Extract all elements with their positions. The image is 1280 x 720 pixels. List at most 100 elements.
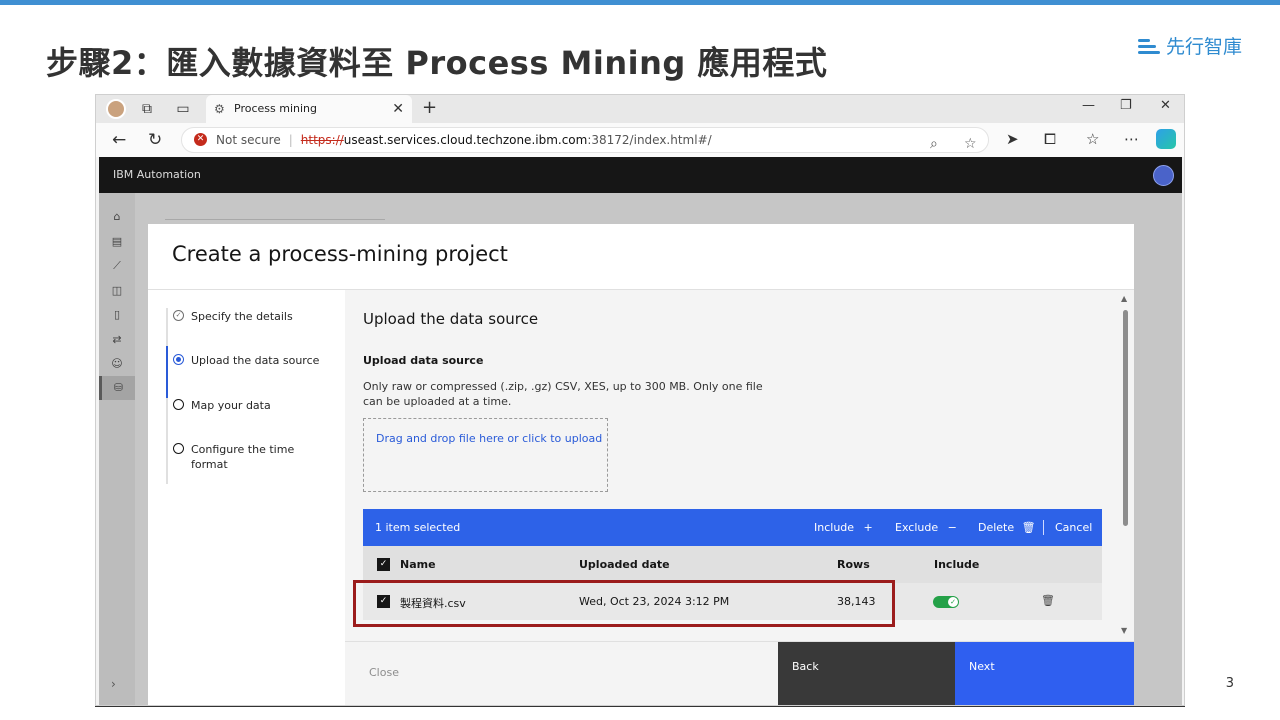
upload-panel: Upload the data source Upload data sourc… xyxy=(345,289,1134,641)
user-avatar[interactable] xyxy=(1153,165,1174,186)
section-title: Upload the data source xyxy=(363,310,539,328)
step-label: Map your data xyxy=(191,399,271,412)
scroll-up-icon[interactable]: ▲ xyxy=(1121,294,1127,303)
ibm-header: IBM Automation xyxy=(99,157,1182,193)
step-label: Upload the data source xyxy=(191,354,320,367)
zoom-icon[interactable]: ⌕ xyxy=(930,132,938,156)
ibm-app: IBM Automation ⌂ ▤ ⟋ ◫ ▯ ⇄ ☺ ⛁ › Create … xyxy=(99,157,1182,705)
copilot-icon[interactable] xyxy=(1156,129,1176,149)
address-bar[interactable]: ✕ Not secure | https://useast.services.clo… xyxy=(181,127,989,153)
nav-projects-icon[interactable]: ▤ xyxy=(99,230,135,254)
back-button[interactable]: Back xyxy=(778,642,955,705)
nav-analytics-icon[interactable]: ⟋ xyxy=(99,254,135,278)
tab-title: Process mining xyxy=(234,102,317,115)
batch-action-bar: 1 item selected Include + Exclude − Dele… xyxy=(363,509,1102,546)
url-host: useast.services.cloud.techzone.ibm.com xyxy=(343,133,588,147)
selected-count: 1 item selected xyxy=(375,521,461,534)
trash-icon: 🗑 xyxy=(1021,521,1036,534)
new-tab-icon[interactable]: + xyxy=(422,97,437,118)
favorites-icon[interactable]: ☆ xyxy=(1086,130,1099,148)
step-label: Specify the details xyxy=(191,310,293,323)
security-label[interactable]: Not secure xyxy=(216,133,281,147)
modal-footer: Close Back Next xyxy=(345,641,1134,705)
nav-compare-icon[interactable]: ◫ xyxy=(99,279,135,303)
nav-process-mining-icon[interactable]: ⛁ xyxy=(99,376,135,400)
browser-tab-bar: ⧉ ▭ ⚙ Process mining ✕ + — ❐ ✕ xyxy=(96,95,1184,123)
progress-steps: ✓ Specify the details Upload the data so… xyxy=(148,289,345,705)
not-secure-icon: ✕ xyxy=(194,133,207,146)
step-upload-data-source[interactable]: Upload the data source xyxy=(173,353,319,368)
nav-home-icon[interactable]: ⌂ xyxy=(99,205,135,229)
file-dropzone[interactable]: Drag and drop file here or click to uplo… xyxy=(363,418,608,492)
highlight-annotation xyxy=(353,580,895,627)
brand-logo: 先行智庫 xyxy=(1137,32,1242,59)
slide-title: 步驟2：匯入數據資料至 Process Mining 應用程式 xyxy=(46,44,828,82)
step-complete-icon: ✓ xyxy=(173,310,184,321)
select-all-checkbox[interactable]: ✓ xyxy=(377,558,390,571)
bottom-rule xyxy=(95,706,1185,707)
nav-expand-icon[interactable]: › xyxy=(111,677,116,691)
include-button[interactable]: Include + xyxy=(814,521,873,534)
process-mining-favicon-icon: ⚙ xyxy=(214,102,225,116)
nav-flow-icon[interactable]: ⇄ xyxy=(99,328,135,352)
tab-process-mining[interactable]: ⚙ Process mining ✕ xyxy=(206,95,412,123)
profile-avatar[interactable] xyxy=(106,99,126,119)
upload-label: Upload data source xyxy=(363,354,484,367)
modal-header: Create a process-mining project xyxy=(148,224,1134,289)
workspaces-icon[interactable]: ⧉ xyxy=(138,100,156,118)
back-arrow-icon[interactable]: ← xyxy=(112,130,126,150)
create-project-modal: Create a process-mining project ✓ Specif… xyxy=(148,224,1134,705)
nav-users-icon[interactable]: ☺ xyxy=(99,352,135,376)
step-specify-details[interactable]: ✓ Specify the details xyxy=(173,309,293,324)
tab-actions-icon[interactable]: ▭ xyxy=(174,100,192,118)
column-header-uploaded-date[interactable]: Uploaded date xyxy=(579,558,670,571)
scrollbar[interactable]: ▲ ▼ xyxy=(1120,294,1130,638)
step-current-icon xyxy=(173,354,184,365)
left-nav: ⌂ ▤ ⟋ ◫ ▯ ⇄ ☺ ⛁ › xyxy=(99,193,135,705)
url-scheme: https:// xyxy=(300,133,344,147)
more-menu-icon[interactable]: ⋯ xyxy=(1124,130,1139,148)
scroll-down-icon[interactable]: ▼ xyxy=(1121,626,1127,635)
column-header-include[interactable]: Include xyxy=(934,558,979,571)
slide-top-accent xyxy=(0,0,1280,5)
refresh-icon[interactable]: ↻ xyxy=(148,130,162,150)
close-window-icon[interactable]: ✕ xyxy=(1160,98,1171,113)
step-rail-active xyxy=(166,346,168,398)
column-header-rows[interactable]: Rows xyxy=(837,558,870,571)
delete-button[interactable]: Delete 🗑 xyxy=(978,521,1036,534)
scroll-thumb[interactable] xyxy=(1123,310,1128,526)
delete-row-trash-icon[interactable]: 🗑 xyxy=(1041,594,1055,607)
step-incomplete-icon xyxy=(173,443,184,454)
dropzone-text[interactable]: Drag and drop file here or click to uplo… xyxy=(376,432,602,445)
step-configure-time-format[interactable]: Configure the time format xyxy=(173,442,303,472)
modal-title: Create a process-mining project xyxy=(172,242,508,266)
minimize-icon[interactable]: — xyxy=(1082,98,1095,113)
address-toolbar: ← ↻ ✕ Not secure | https://useast.services… xyxy=(96,123,1184,157)
url-path: :38172/index.html#/ xyxy=(587,133,712,147)
brand-mark-icon xyxy=(1137,37,1160,55)
favorite-star-icon[interactable]: ☆ xyxy=(964,132,977,156)
extension-arrow-icon[interactable]: ➤ xyxy=(1006,130,1019,148)
brand-name: 先行智庫 xyxy=(1165,36,1242,58)
cancel-button[interactable]: Cancel xyxy=(1055,521,1092,534)
next-button[interactable]: Next xyxy=(955,642,1134,705)
product-name: IBM Automation xyxy=(113,168,201,181)
exclude-button[interactable]: Exclude − xyxy=(895,521,957,534)
column-header-name[interactable]: Name xyxy=(400,558,436,571)
minus-icon: − xyxy=(947,521,957,534)
include-toggle[interactable] xyxy=(933,596,959,608)
plus-icon: + xyxy=(863,521,873,534)
nav-documents-icon[interactable]: ▯ xyxy=(99,303,135,327)
table-header: ✓ Name Uploaded date Rows Include xyxy=(363,546,1102,583)
browser-window: ⧉ ▭ ⚙ Process mining ✕ + — ❐ ✕ ← ↻ ✕ Not… xyxy=(95,94,1185,706)
extensions-puzzle-icon[interactable]: ⧠ xyxy=(1044,130,1056,148)
batch-divider xyxy=(1043,520,1044,535)
step-label: Configure the time format xyxy=(191,443,295,471)
restore-icon[interactable]: ❐ xyxy=(1120,98,1132,113)
close-tab-icon[interactable]: ✕ xyxy=(392,95,404,123)
step-incomplete-icon xyxy=(173,399,184,410)
upload-help-text: Only raw or compressed (.zip, .gz) CSV, … xyxy=(363,380,763,408)
close-button[interactable]: Close xyxy=(369,666,399,679)
step-map-data[interactable]: Map your data xyxy=(173,398,271,413)
page-number: 3 xyxy=(1225,676,1234,691)
